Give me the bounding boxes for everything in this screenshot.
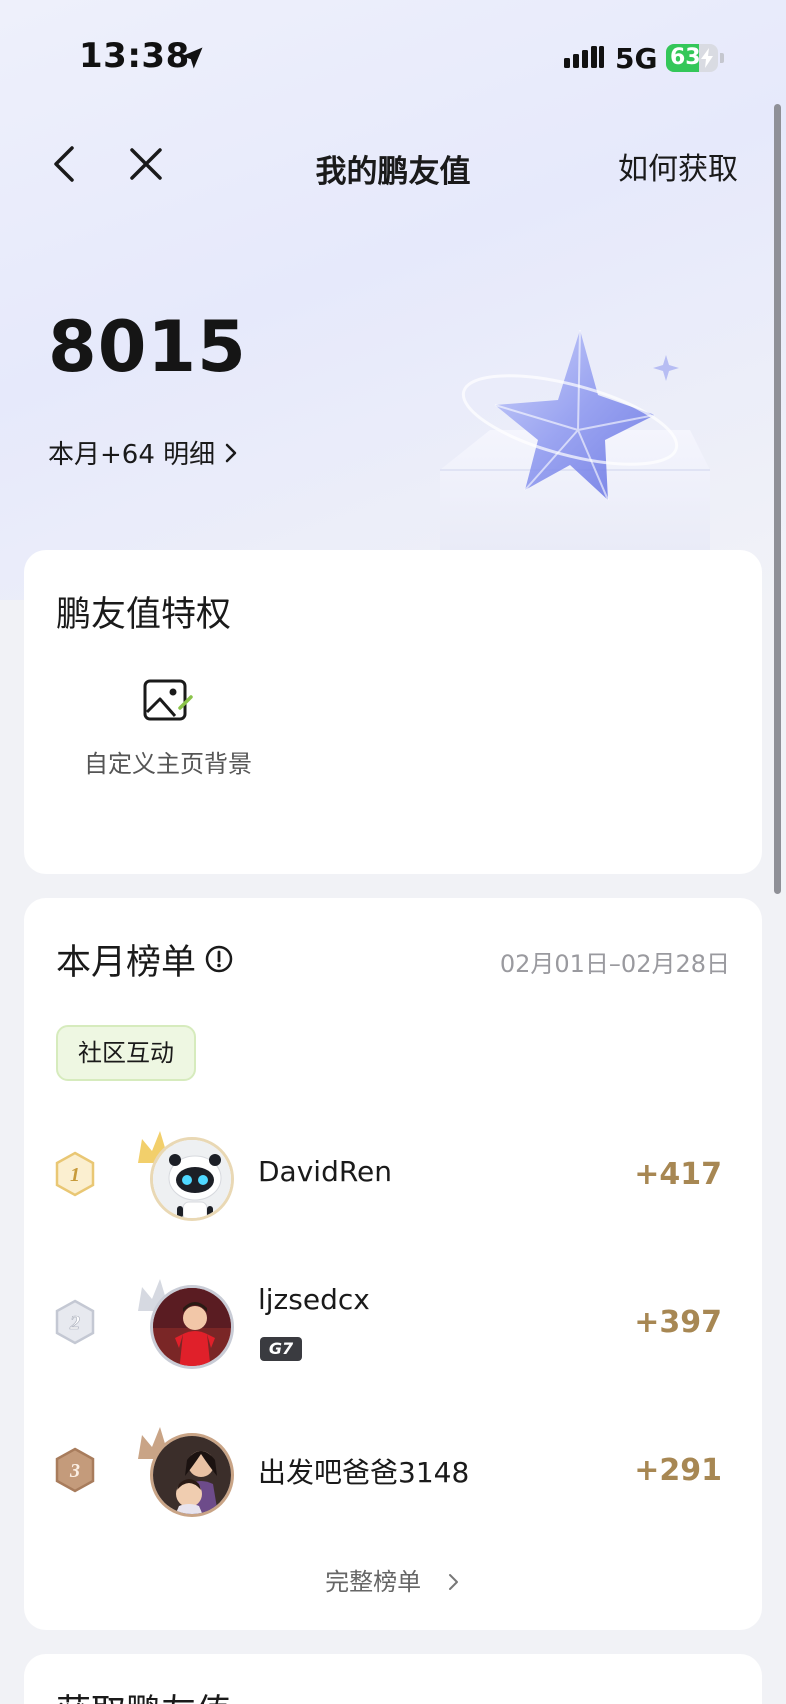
privilege-label: 自定义主页背景	[84, 750, 252, 778]
chevron-right-icon	[225, 443, 237, 462]
svg-text:3: 3	[69, 1460, 80, 1482]
image-edit-icon	[143, 679, 193, 721]
privilege-custom-background[interactable]: 自定义主页背景	[78, 678, 258, 779]
rank-1-badge-icon: 1	[55, 1151, 95, 1197]
username: ljzsedcx	[258, 1283, 370, 1316]
avatar[interactable]	[150, 1433, 234, 1517]
scrollbar[interactable]	[774, 104, 781, 894]
charging-bolt-icon	[701, 48, 713, 68]
ranking-row-2[interactable]: 2 ljzsedcx G7 +397	[24, 1265, 762, 1375]
svg-text:1: 1	[70, 1164, 80, 1186]
battery-cap	[720, 53, 724, 63]
month-detail-label: 本月+64 明细	[48, 440, 216, 470]
full-list-link[interactable]: 完整榜单	[24, 1562, 762, 1597]
month-detail-link[interactable]: 本月+64 明细	[48, 434, 239, 471]
ranking-row-3[interactable]: 3 出发吧爸爸3148 +291	[24, 1413, 762, 1523]
avatar-wrap	[134, 1425, 244, 1521]
avatar-wrap	[134, 1277, 244, 1373]
ranking-row-1[interactable]: 1 DavidRen +417	[24, 1117, 762, 1227]
score: +417	[634, 1157, 722, 1192]
username: 出发吧爸爸3148	[258, 1456, 470, 1489]
avatar-wrap	[134, 1129, 244, 1225]
earn-title: 获取鹏友值	[56, 1684, 231, 1704]
crystal-star-illustration	[440, 329, 710, 550]
tab-community-interaction[interactable]: 社区互动	[56, 1025, 196, 1081]
photo-avatar-icon	[153, 1436, 231, 1514]
avatar[interactable]	[150, 1285, 234, 1369]
network-type: 5G	[615, 42, 658, 75]
rank-2-badge-icon: 2	[55, 1299, 95, 1345]
points-value: 8015	[48, 306, 247, 388]
navigation-bar: 我的鹏友值 如何获取	[0, 120, 786, 210]
location-arrow-icon	[181, 47, 203, 69]
score: +397	[634, 1305, 722, 1340]
avatar[interactable]	[150, 1137, 234, 1221]
rank-3-badge-icon: 3	[55, 1447, 95, 1493]
how-to-earn-link[interactable]: 如何获取	[618, 144, 738, 188]
score: +291	[634, 1453, 722, 1488]
status-time: 13:38	[79, 36, 190, 76]
info-icon[interactable]	[204, 944, 234, 974]
status-bar: 13:38 5G 63	[0, 0, 786, 110]
date-range: 02月01日–02月28日	[499, 950, 730, 978]
username: DavidRen	[258, 1155, 393, 1188]
full-list-label: 完整榜单	[325, 1568, 422, 1596]
svg-text:2: 2	[69, 1312, 80, 1334]
robot-avatar-icon	[153, 1140, 231, 1218]
level-badge: G7	[260, 1337, 302, 1361]
chevron-right-icon	[448, 1574, 458, 1590]
ranking-title: 本月榜单	[56, 943, 197, 983]
battery-level: 63	[670, 45, 701, 70]
photo-avatar-icon	[153, 1288, 231, 1366]
privileges-title: 鹏友值特权	[56, 595, 232, 635]
ranking-card: 本月榜单 02月01日–02月28日 社区互动 1 DavidRen +417 …	[24, 898, 762, 1630]
battery-indicator: 63	[666, 44, 718, 72]
signal-icon	[564, 46, 604, 68]
earn-card: 获取鹏友值	[24, 1654, 762, 1704]
privileges-card: 鹏友值特权 自定义主页背景	[24, 550, 762, 874]
